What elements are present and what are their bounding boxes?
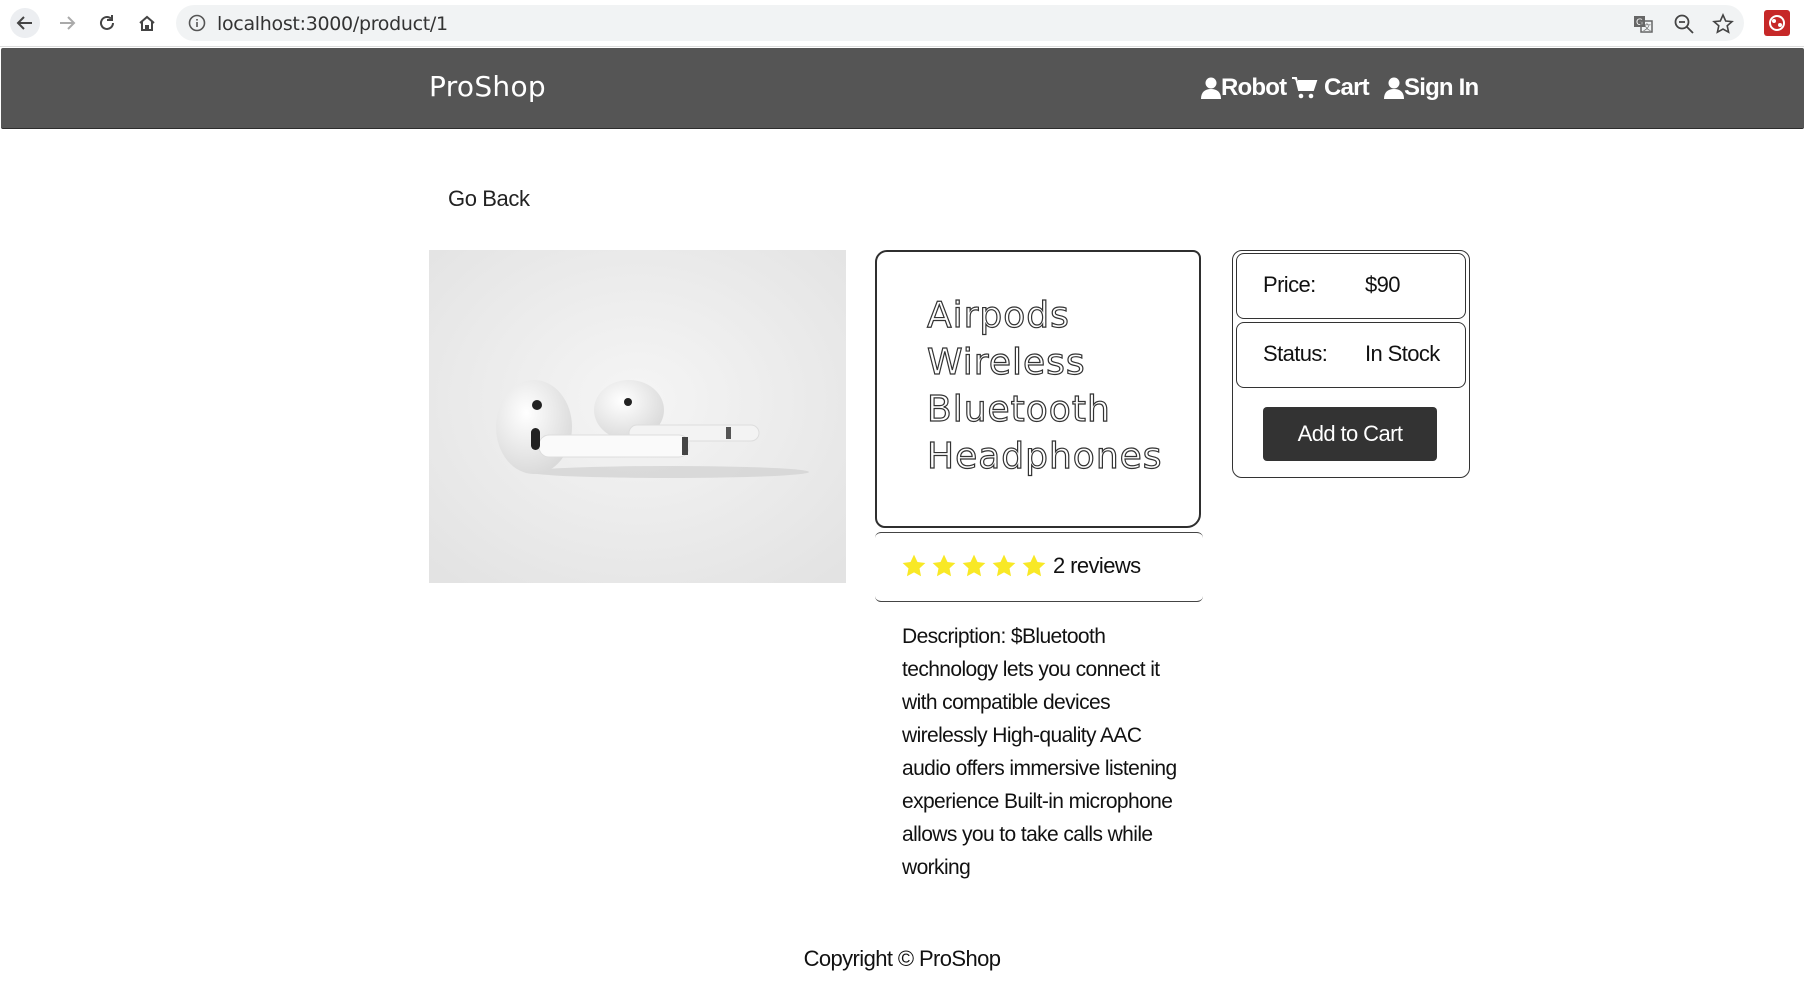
go-back-button[interactable]: Go Back bbox=[448, 186, 530, 212]
arrow-right-icon bbox=[60, 16, 76, 30]
nav-user-menu[interactable]: Robot bbox=[1201, 74, 1287, 102]
extension-icon[interactable] bbox=[1764, 10, 1790, 36]
price-value: $90 bbox=[1365, 272, 1401, 297]
star-icon bbox=[1022, 554, 1046, 577]
home-button[interactable] bbox=[132, 8, 162, 38]
purchase-card: Price: $90 Status: In Stock Add to Cart bbox=[1232, 250, 1470, 478]
status-row: Status: In Stock bbox=[1236, 322, 1466, 388]
url-text[interactable]: localhost:3000/product/1 bbox=[217, 13, 448, 35]
product-description: Description: $Bluetooth technology lets … bbox=[902, 625, 1177, 879]
star-icon bbox=[992, 554, 1016, 577]
add-to-cart-button[interactable]: Add to Cart bbox=[1263, 407, 1437, 461]
footer-copyright: Copyright © ProShop bbox=[803, 946, 1001, 971]
navbar: ProShop Robot Cart Sign In bbox=[1, 48, 1804, 129]
back-button[interactable] bbox=[10, 8, 40, 38]
product-title-card: Airpods Wireless Bluetooth Headphones bbox=[875, 250, 1201, 528]
zoom-out-icon[interactable] bbox=[1673, 13, 1695, 35]
arrow-left-icon bbox=[16, 16, 32, 30]
nav-signin-label: Sign In bbox=[1404, 74, 1479, 101]
address-bar[interactable]: localhost:3000/product/1 G文 bbox=[176, 5, 1744, 41]
reload-icon bbox=[100, 15, 114, 30]
nav-cart-label: Cart bbox=[1324, 74, 1370, 101]
reviews-count: 2 reviews bbox=[1053, 553, 1141, 578]
nav-user-label: Robot bbox=[1221, 74, 1287, 101]
brand-logo[interactable]: ProShop bbox=[429, 70, 546, 103]
svg-text:G: G bbox=[1636, 18, 1643, 28]
browser-toolbar: localhost:3000/product/1 G文 bbox=[0, 0, 1804, 47]
status-value: In Stock bbox=[1365, 341, 1440, 366]
price-label: Price: bbox=[1263, 272, 1316, 297]
reload-button[interactable] bbox=[92, 8, 122, 38]
home-icon bbox=[139, 15, 155, 31]
user-icon bbox=[1201, 77, 1221, 99]
product-image bbox=[429, 250, 846, 583]
nav-signin-link[interactable]: Sign In bbox=[1384, 74, 1479, 102]
svg-text:文: 文 bbox=[1643, 22, 1651, 32]
star-icon bbox=[932, 554, 956, 577]
forward-button[interactable] bbox=[52, 8, 82, 38]
user-icon bbox=[1384, 77, 1404, 99]
info-icon[interactable] bbox=[188, 14, 206, 32]
star-icon bbox=[962, 554, 986, 577]
star-outline-icon[interactable] bbox=[1712, 13, 1734, 35]
nav-cart-link[interactable]: Cart bbox=[1292, 74, 1370, 102]
product-rating: 2 reviews bbox=[875, 532, 1203, 602]
price-row: Price: $90 bbox=[1236, 253, 1466, 319]
star-icon bbox=[902, 554, 926, 577]
status-label: Status: bbox=[1263, 341, 1328, 366]
cart-icon bbox=[1292, 77, 1318, 99]
product-title: Airpods Wireless Bluetooth Headphones bbox=[926, 294, 1163, 477]
translate-icon[interactable]: G文 bbox=[1632, 13, 1654, 35]
